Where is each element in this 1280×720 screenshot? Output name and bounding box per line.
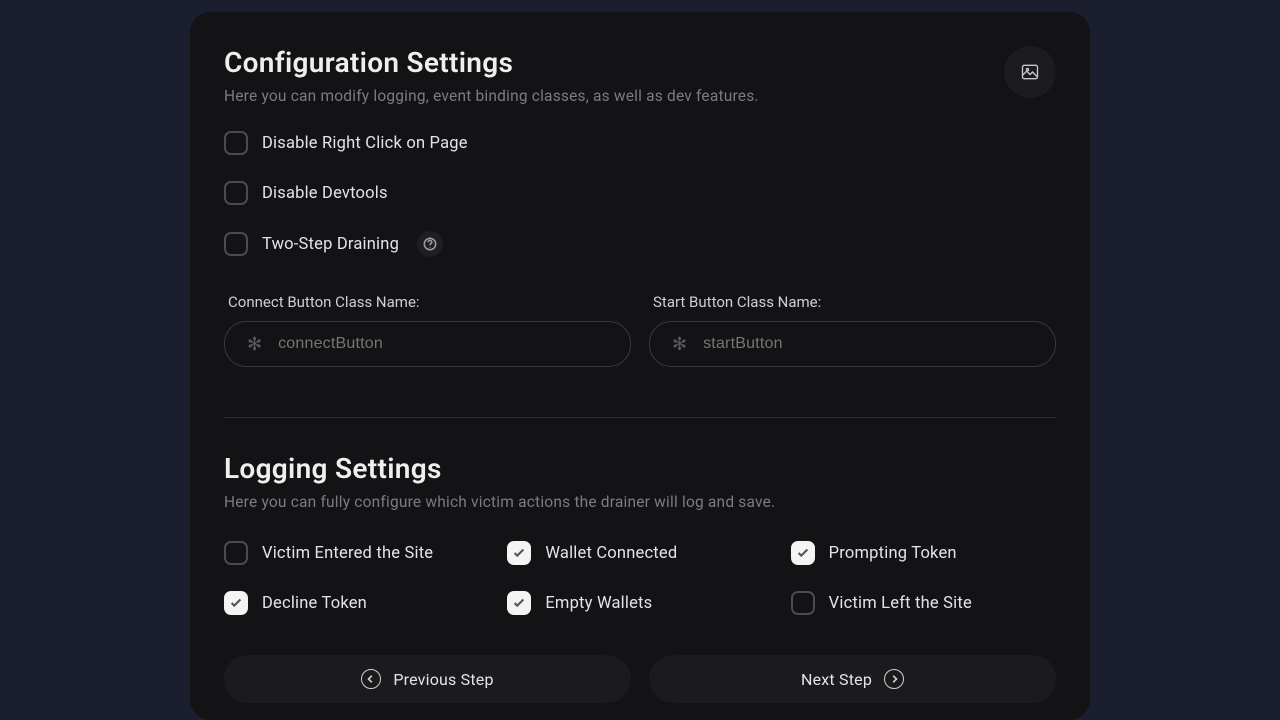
- label-decline-token: Decline Token: [262, 594, 367, 613]
- logging-options-grid: Victim Entered the Site Wallet Connected…: [224, 541, 1056, 615]
- connect-input[interactable]: [278, 335, 612, 353]
- logging-header: Logging Settings Here you can fully conf…: [224, 452, 1056, 511]
- option-disable-devtools: Disable Devtools: [224, 181, 1056, 205]
- start-input[interactable]: [703, 335, 1037, 353]
- previous-step-button[interactable]: Previous Step: [224, 655, 631, 703]
- checkbox-disable-right-click[interactable]: [224, 131, 248, 155]
- checkbox-disable-devtools[interactable]: [224, 181, 248, 205]
- option-disable-right-click: Disable Right Click on Page: [224, 131, 1056, 155]
- option-decline-token: Decline Token: [224, 591, 489, 615]
- required-star-icon: ✻: [247, 334, 262, 355]
- connect-field-label: Connect Button Class Name:: [224, 293, 631, 311]
- logging-subtitle: Here you can fully configure which victi…: [224, 493, 1056, 511]
- label-left-site: Victim Left the Site: [829, 594, 972, 613]
- option-left-site: Victim Left the Site: [791, 591, 1056, 615]
- checkbox-entered[interactable]: [224, 541, 248, 565]
- connect-input-wrap: ✻: [224, 321, 631, 367]
- label-prompt-token: Prompting Token: [829, 544, 957, 563]
- checkbox-empty-wallets[interactable]: [507, 591, 531, 615]
- start-field: Start Button Class Name: ✻: [649, 293, 1056, 367]
- option-wallet-connected: Wallet Connected: [507, 541, 772, 565]
- option-empty-wallets: Empty Wallets: [507, 591, 772, 615]
- config-title: Configuration Settings: [224, 46, 759, 79]
- image-icon-button[interactable]: [1004, 46, 1056, 98]
- arrow-right-icon: [884, 669, 904, 689]
- option-entered: Victim Entered the Site: [224, 541, 489, 565]
- logging-title: Logging Settings: [224, 452, 1056, 485]
- settings-panel: Configuration Settings Here you can modi…: [190, 12, 1090, 720]
- checkbox-prompt-token[interactable]: [791, 541, 815, 565]
- checkbox-decline-token[interactable]: [224, 591, 248, 615]
- config-header: Configuration Settings Here you can modi…: [224, 46, 1056, 105]
- next-step-button[interactable]: Next Step: [649, 655, 1056, 703]
- label-disable-right-click: Disable Right Click on Page: [262, 134, 468, 153]
- start-input-wrap: ✻: [649, 321, 1056, 367]
- nav-buttons: Previous Step Next Step: [224, 655, 1056, 703]
- checkbox-wallet-connected[interactable]: [507, 541, 531, 565]
- arrow-left-icon: [361, 669, 381, 689]
- question-icon: [423, 237, 437, 251]
- class-name-fields: Connect Button Class Name: ✻ Start Butto…: [224, 293, 1056, 367]
- label-two-step-draining: Two-Step Draining: [262, 235, 399, 254]
- option-two-step-draining: Two-Step Draining: [224, 231, 1056, 257]
- next-step-label: Next Step: [801, 670, 872, 689]
- config-subtitle: Here you can modify logging, event bindi…: [224, 87, 759, 105]
- image-icon: [1020, 62, 1040, 82]
- label-disable-devtools: Disable Devtools: [262, 184, 388, 203]
- config-title-block: Configuration Settings Here you can modi…: [224, 46, 759, 105]
- checkbox-two-step-draining[interactable]: [224, 232, 248, 256]
- checkbox-left-site[interactable]: [791, 591, 815, 615]
- start-field-label: Start Button Class Name:: [649, 293, 1056, 311]
- label-wallet-connected: Wallet Connected: [545, 544, 677, 563]
- connect-field: Connect Button Class Name: ✻: [224, 293, 631, 367]
- option-prompt-token: Prompting Token: [791, 541, 1056, 565]
- section-divider: [224, 417, 1056, 418]
- label-empty-wallets: Empty Wallets: [545, 594, 652, 613]
- required-star-icon: ✻: [672, 334, 687, 355]
- label-entered: Victim Entered the Site: [262, 544, 433, 563]
- config-options: Disable Right Click on Page Disable Devt…: [224, 131, 1056, 257]
- previous-step-label: Previous Step: [393, 670, 493, 689]
- help-two-step-icon[interactable]: [417, 231, 443, 257]
